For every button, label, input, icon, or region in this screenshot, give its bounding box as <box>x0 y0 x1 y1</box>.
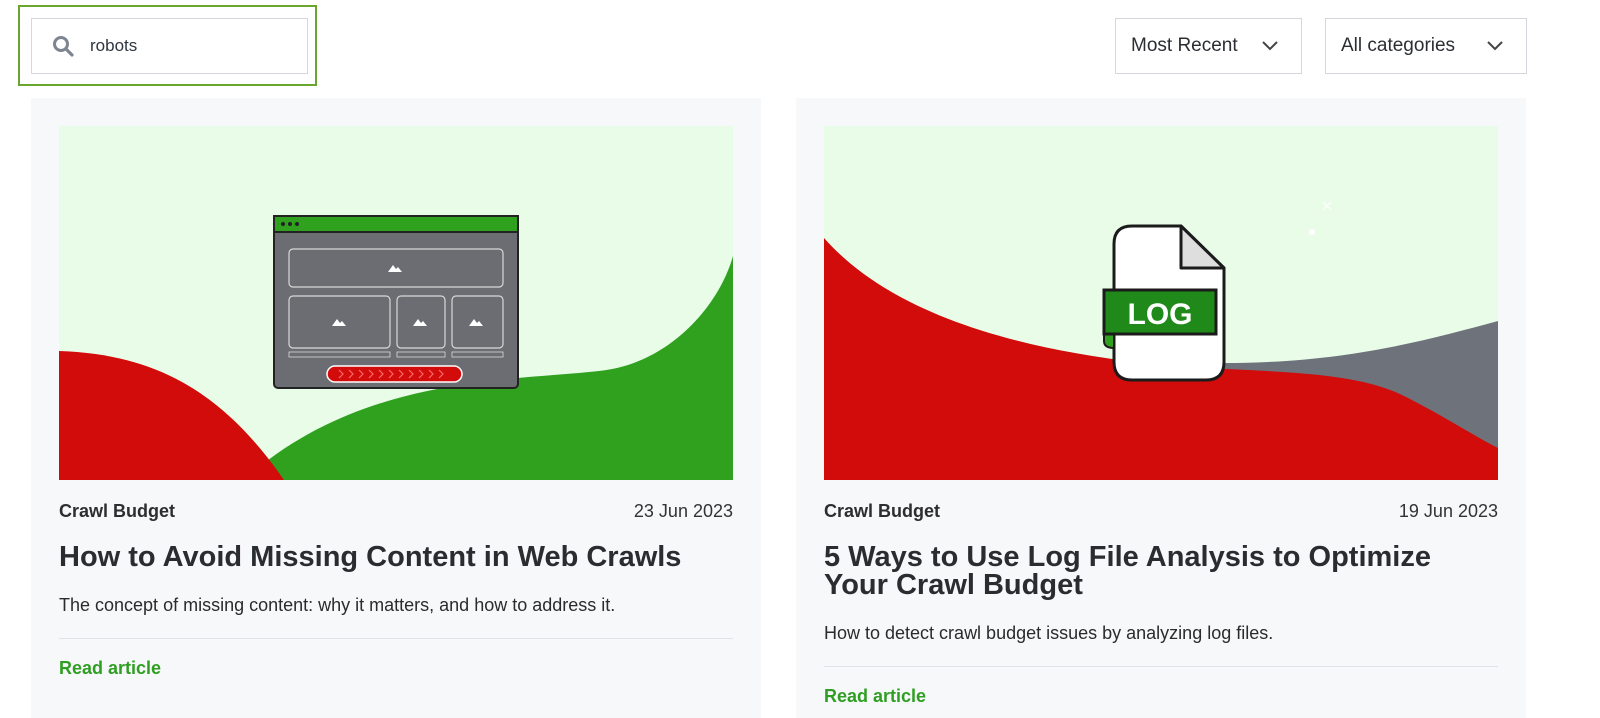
article-excerpt: The concept of missing content: why it m… <box>59 595 616 615</box>
read-article-link[interactable]: Read article <box>824 686 926 707</box>
log-badge-text: LOG <box>1128 298 1193 331</box>
article-meta: Crawl Budget 23 Jun 2023 <box>59 501 733 522</box>
article-excerpt: How to detect crawl budget issues by ana… <box>824 623 1274 643</box>
category-select-label: All categories <box>1341 35 1456 56</box>
search-box[interactable] <box>31 18 308 74</box>
article-date: 23 Jun 2023 <box>633 501 733 521</box>
chevron-down-icon <box>1262 41 1278 51</box>
article-title[interactable]: How to Avoid Missing Content in Web Craw… <box>59 543 733 572</box>
article-category[interactable]: Crawl Budget <box>824 501 940 522</box>
article-card[interactable]: LOG Crawl Budget 19 Jun 2023 5 Ways to U… <box>796 98 1526 718</box>
log-file-illustration: LOG <box>824 126 1498 480</box>
browser-window-illustration <box>59 126 733 480</box>
article-meta: Crawl Budget 19 Jun 2023 <box>824 501 1498 522</box>
search-icon <box>53 36 74 57</box>
article-category[interactable]: Crawl Budget <box>59 501 175 522</box>
article-date: 19 Jun 2023 <box>1398 501 1498 521</box>
card-divider <box>59 638 733 639</box>
chevron-down-icon <box>1487 41 1503 51</box>
article-thumbnail[interactable]: LOG <box>824 126 1498 480</box>
sort-select-label: Most Recent <box>1131 35 1238 56</box>
search-input[interactable] <box>90 36 290 56</box>
article-title[interactable]: 5 Ways to Use Log File Analysis to Optim… <box>824 543 1498 600</box>
article-card[interactable]: Crawl Budget 23 Jun 2023 How to Avoid Mi… <box>31 98 761 718</box>
read-article-link[interactable]: Read article <box>59 658 161 679</box>
sort-select[interactable]: Most Recent <box>1115 18 1302 74</box>
article-thumbnail[interactable] <box>59 126 733 480</box>
category-select[interactable]: All categories <box>1325 18 1527 74</box>
card-divider <box>824 666 1498 667</box>
